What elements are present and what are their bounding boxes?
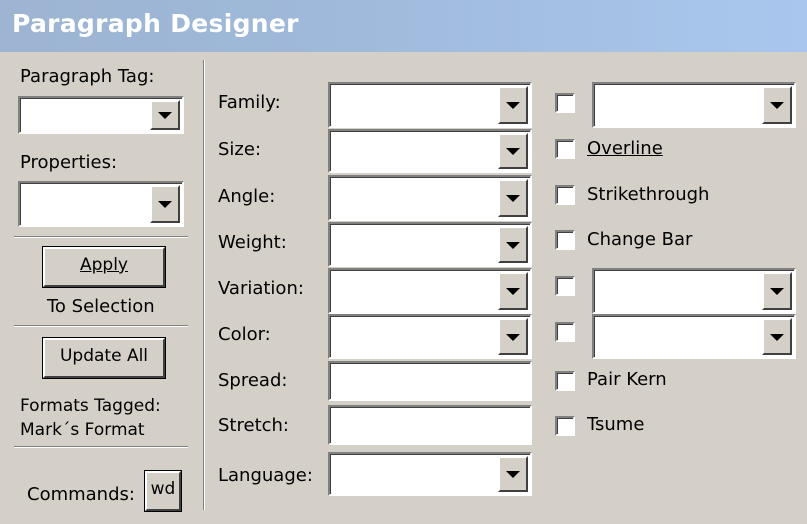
stretch-label: Stretch: <box>218 415 289 436</box>
language-dropdown-button[interactable] <box>498 456 528 492</box>
color-select[interactable] <box>328 314 532 359</box>
divider <box>14 446 188 448</box>
formats-tagged-value: Mark´s Format <box>20 420 145 440</box>
paragraph-tag-select[interactable] <box>18 96 184 134</box>
paragraph-tag-label: Paragraph Tag: <box>20 66 155 87</box>
case-dropdown-button[interactable] <box>762 318 792 355</box>
commands-button-label: wd <box>150 479 176 499</box>
language-select[interactable] <box>328 452 532 496</box>
properties-dropdown-button[interactable] <box>150 185 180 223</box>
chevron-down-icon <box>158 112 172 119</box>
chevron-down-icon <box>506 195 520 202</box>
spread-label: Spread: <box>218 370 288 391</box>
update-all-button-label: Update All <box>59 346 149 366</box>
formats-tagged-label: Formats Tagged: <box>20 396 161 416</box>
apply-mnemonic: Apply <box>80 255 128 275</box>
stretch-input[interactable] <box>328 405 532 445</box>
change-bar-checkbox[interactable] <box>555 230 575 250</box>
weight-label: Weight: <box>218 232 287 253</box>
commands-label: Commands: <box>27 484 135 505</box>
family-select[interactable] <box>328 82 532 128</box>
angle-label: Angle: <box>218 186 276 207</box>
panel-divider <box>203 60 205 510</box>
spread-input[interactable] <box>328 361 532 401</box>
position-checkbox[interactable] <box>555 276 575 296</box>
underline-style-dropdown-button[interactable] <box>762 86 792 124</box>
case-select[interactable] <box>592 314 796 359</box>
family-dropdown-button[interactable] <box>498 86 528 124</box>
weight-dropdown-button[interactable] <box>498 226 528 263</box>
underline-style-select[interactable] <box>592 82 796 128</box>
tsume-label[interactable]: Tsume <box>587 414 644 435</box>
underline-checkbox[interactable] <box>555 93 575 113</box>
case-checkbox[interactable] <box>555 322 575 342</box>
overline-checkbox[interactable] <box>555 139 575 159</box>
change-bar-label[interactable]: Change Bar <box>587 229 692 250</box>
position-dropdown-button[interactable] <box>762 272 792 310</box>
size-dropdown-button[interactable] <box>498 133 528 169</box>
tsume-checkbox[interactable] <box>555 416 575 436</box>
chevron-down-icon <box>770 333 784 341</box>
chevron-down-icon <box>158 201 172 208</box>
apply-button[interactable]: Apply <box>43 247 165 287</box>
window-title: Paragraph Designer <box>12 9 299 38</box>
chevron-down-icon <box>770 102 784 109</box>
strikethrough-checkbox[interactable] <box>555 185 575 205</box>
weight-select[interactable] <box>328 222 532 267</box>
family-label: Family: <box>218 92 281 113</box>
overline-text: Overline <box>587 138 663 159</box>
divider <box>14 325 188 327</box>
color-label: Color: <box>218 324 271 345</box>
strikethrough-label[interactable]: Strikethrough <box>587 184 709 205</box>
color-dropdown-button[interactable] <box>498 318 528 355</box>
overline-label[interactable]: Overline <box>587 138 663 159</box>
chevron-down-icon <box>506 241 520 249</box>
update-all-button[interactable]: Update All <box>43 338 165 378</box>
properties-label: Properties: <box>20 152 118 173</box>
title-bar[interactable]: Paragraph Designer <box>0 0 807 52</box>
chevron-down-icon <box>506 102 520 109</box>
variation-dropdown-button[interactable] <box>498 272 528 310</box>
paragraph-tag-dropdown-button[interactable] <box>150 100 180 130</box>
variation-label: Variation: <box>218 278 304 299</box>
size-select[interactable] <box>328 129 532 173</box>
angle-dropdown-button[interactable] <box>498 179 528 217</box>
pair-kern-checkbox[interactable] <box>555 371 575 391</box>
apply-to-selection-label: To Selection <box>47 296 155 317</box>
variation-select[interactable] <box>328 268 532 314</box>
position-select[interactable] <box>592 268 796 314</box>
size-label: Size: <box>218 139 262 160</box>
chevron-down-icon <box>506 148 520 155</box>
angle-select[interactable] <box>328 175 532 221</box>
chevron-down-icon <box>506 471 520 478</box>
commands-button[interactable]: wd <box>145 471 181 511</box>
chevron-down-icon <box>506 333 520 341</box>
chevron-down-icon <box>506 288 520 295</box>
chevron-down-icon <box>770 288 784 295</box>
apply-button-label: Apply <box>80 255 128 275</box>
pair-kern-label[interactable]: Pair Kern <box>587 369 667 390</box>
divider <box>14 236 188 238</box>
properties-select[interactable] <box>18 181 184 227</box>
language-label: Language: <box>218 465 313 486</box>
